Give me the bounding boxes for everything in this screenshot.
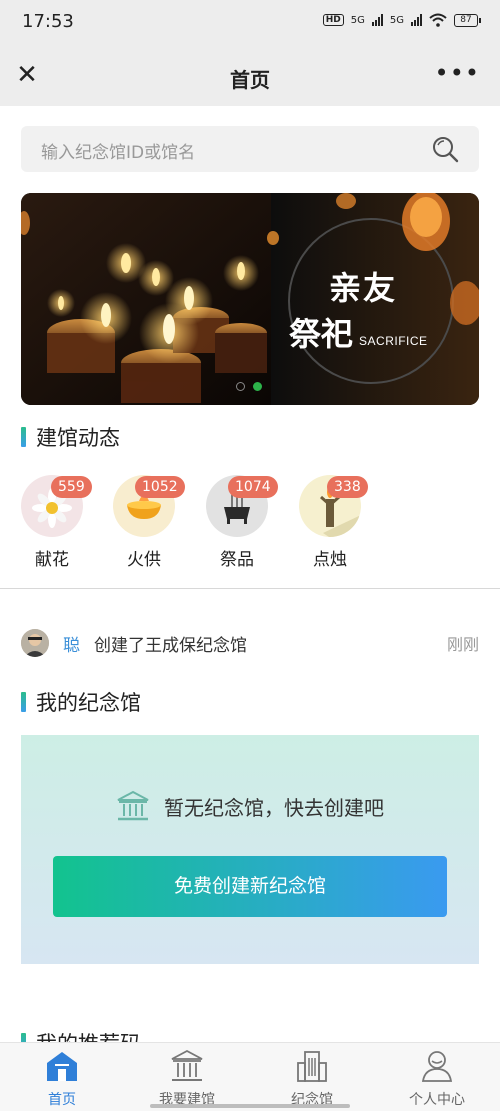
banner-tagline: 亲友 祭祀 SACRIFICE xyxy=(289,263,428,355)
status-icons: HD 5G 5G 87 xyxy=(322,13,481,27)
activity-title-text: 建馆动态 xyxy=(36,426,120,450)
activity-item-candles[interactable]: 338 点烛 xyxy=(299,475,368,570)
page-title: 首页 xyxy=(230,68,270,92)
activity-count-badge: 338 xyxy=(327,476,368,498)
carousel-indicator xyxy=(236,382,262,391)
signal-icon-2 xyxy=(411,14,422,26)
tab-label: 个人中心 xyxy=(409,1092,465,1108)
create-memorial-button[interactable]: 免费创建新纪念馆 xyxy=(53,856,447,917)
wifi-icon xyxy=(429,13,447,27)
banner-carousel[interactable]: 亲友 祭祀 SACRIFICE xyxy=(21,193,479,405)
battery-icon: 87 xyxy=(454,13,481,27)
build-hall-icon xyxy=(171,1049,203,1081)
activity-section-title: 建馆动态 xyxy=(21,422,120,452)
search-box[interactable]: 输入纪念馆ID或馆名 xyxy=(21,126,479,172)
activity-label: 献花 xyxy=(35,550,69,570)
tab-build-hall[interactable]: 我要建馆 xyxy=(137,1049,237,1109)
search-icon[interactable] xyxy=(431,135,459,163)
activity-label: 祭品 xyxy=(220,550,254,570)
activity-list: 559 献花 1052 火供 1074 祭品 338 点烛 xyxy=(21,475,441,575)
home-icon xyxy=(47,1052,77,1081)
activity-count-badge: 1074 xyxy=(228,476,278,498)
empty-state: 暂无纪念馆，快去创建吧 xyxy=(21,790,479,822)
banner-text-en: SACRIFICE xyxy=(359,334,428,348)
network-label-2: 5G xyxy=(389,14,404,26)
activity-label: 点烛 xyxy=(313,550,347,570)
tab-label: 首页 xyxy=(48,1092,76,1108)
activity-item-offerings[interactable]: 1074 祭品 xyxy=(206,475,278,570)
empty-text: 暂无纪念馆，快去创建吧 xyxy=(164,795,384,820)
tab-memorial[interactable]: 纪念馆 xyxy=(262,1049,362,1109)
section-accent-bar xyxy=(21,692,26,712)
banner-text-line1: 亲友 xyxy=(329,269,398,307)
search-input[interactable]: 输入纪念馆ID或馆名 xyxy=(41,138,195,163)
my-memorial-section-title: 我的纪念馆 xyxy=(21,687,141,717)
carousel-dot[interactable] xyxy=(236,382,245,391)
hd-icon: HD xyxy=(322,14,344,26)
status-time: 17:53 xyxy=(22,11,74,32)
activity-item-flowers[interactable]: 559 献花 xyxy=(21,475,92,570)
activity-count-badge: 559 xyxy=(51,476,92,498)
tab-bar: 首页 我要建馆 纪念馆 个人中心 xyxy=(0,1042,500,1111)
section-accent-bar xyxy=(21,427,26,447)
memorial-building-icon xyxy=(297,1051,327,1082)
feed-time: 刚刚 xyxy=(446,635,479,654)
activity-label: 火供 xyxy=(127,550,161,570)
my-memorial-title-text: 我的纪念馆 xyxy=(36,691,141,715)
feed-text: 创建了王成保纪念馆 xyxy=(94,635,247,656)
feed-username[interactable]: 聪 xyxy=(63,631,80,656)
activity-count-badge: 1052 xyxy=(135,476,185,498)
tab-user-center[interactable]: 个人中心 xyxy=(387,1049,487,1109)
banner-text-line2: 祭祀 xyxy=(289,315,354,353)
tab-home[interactable]: 首页 xyxy=(12,1049,112,1109)
section-divider xyxy=(0,588,500,589)
activity-item-fire-offering[interactable]: 1052 火供 xyxy=(113,475,185,570)
signal-icon xyxy=(371,14,383,26)
status-bar: 17:53 HD 5G 5G 87 xyxy=(0,0,500,46)
avatar[interactable] xyxy=(21,629,49,657)
banner-line2: 祭祀 SACRIFICE xyxy=(289,309,428,355)
hall-icon xyxy=(117,790,149,821)
carousel-dot-active[interactable] xyxy=(253,382,262,391)
my-memorial-card: 暂无纪念馆，快去创建吧 免费创建新纪念馆 xyxy=(21,735,479,964)
more-dots-icon[interactable]: ••• xyxy=(435,61,480,85)
home-indicator xyxy=(150,1104,350,1108)
activity-feed-item[interactable]: 聪 创建了王成保纪念馆 刚刚 xyxy=(21,628,479,658)
network-label: 5G xyxy=(350,14,365,26)
user-center-icon xyxy=(421,1051,453,1082)
nav-bar: ✕ 首页 ••• xyxy=(0,46,500,106)
